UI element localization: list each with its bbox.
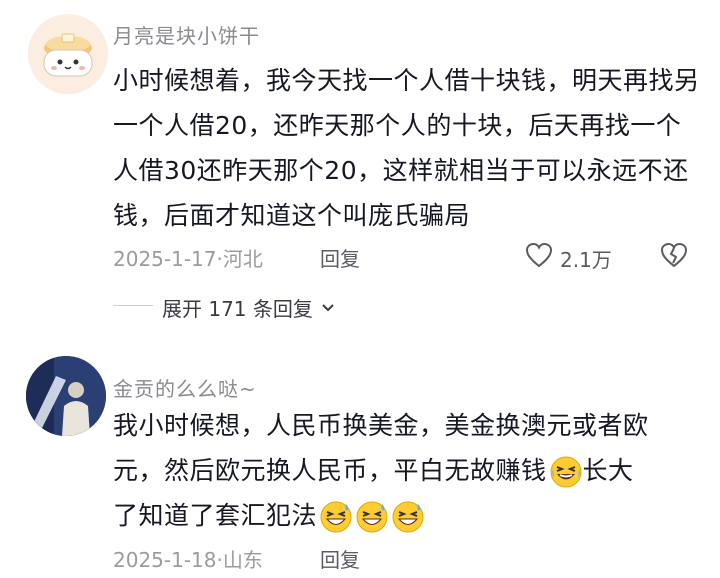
laughing-crying-emoji-icon	[550, 456, 582, 488]
comment-line: 了知道了套汇犯法	[113, 493, 703, 538]
heart-icon	[525, 242, 553, 268]
reply-button[interactable]: 回复	[320, 243, 360, 272]
reply-button[interactable]: 回复	[320, 544, 360, 573]
comment-meta: 2025-1-18·山东	[113, 548, 263, 572]
expand-replies-label: 展开 171 条回复	[162, 297, 313, 321]
like-count: 2.1万	[560, 248, 612, 272]
expand-replies-button[interactable]: 展开 171 条回复	[162, 293, 335, 322]
comment-line: 元，然后欧元换人民币，平白无故赚钱 长大	[113, 448, 703, 493]
avatar[interactable]	[26, 356, 106, 436]
comment-location: 山东	[222, 548, 263, 572]
like-button[interactable]	[525, 242, 553, 272]
grinning-sweat-emoji-icon	[392, 501, 424, 533]
comment-text: 小时候想着，我今天找一个人借十块钱，明天再找另一个人借20，还昨天那个人的十块，…	[113, 66, 700, 230]
pancake-avatar-icon	[28, 14, 108, 94]
divider	[113, 305, 153, 306]
username[interactable]: 月亮是块小饼干	[113, 20, 260, 49]
dislike-button[interactable]	[660, 242, 688, 272]
comment-meta: 2025-1-17·河北	[113, 247, 263, 271]
comment-text: 我小时候想，人民币换美金，美金换澳元或者欧 元，然后欧元换人民币，平白无故赚钱 …	[113, 403, 703, 538]
comment-line: 我小时候想，人民币换美金，美金换澳元或者欧	[113, 411, 649, 440]
person-avatar-icon	[26, 356, 106, 436]
comment-date: 2025-1-18	[113, 548, 217, 572]
username[interactable]: 金贡的么么哒~	[113, 373, 257, 402]
avatar[interactable]	[28, 14, 108, 94]
chevron-down-icon	[322, 303, 334, 311]
comment-location: 河北	[222, 247, 263, 271]
grinning-sweat-emoji-icon	[356, 501, 388, 533]
grinning-sweat-emoji-icon	[320, 501, 352, 533]
broken-heart-icon	[660, 242, 688, 268]
comment-date: 2025-1-17	[113, 247, 217, 271]
